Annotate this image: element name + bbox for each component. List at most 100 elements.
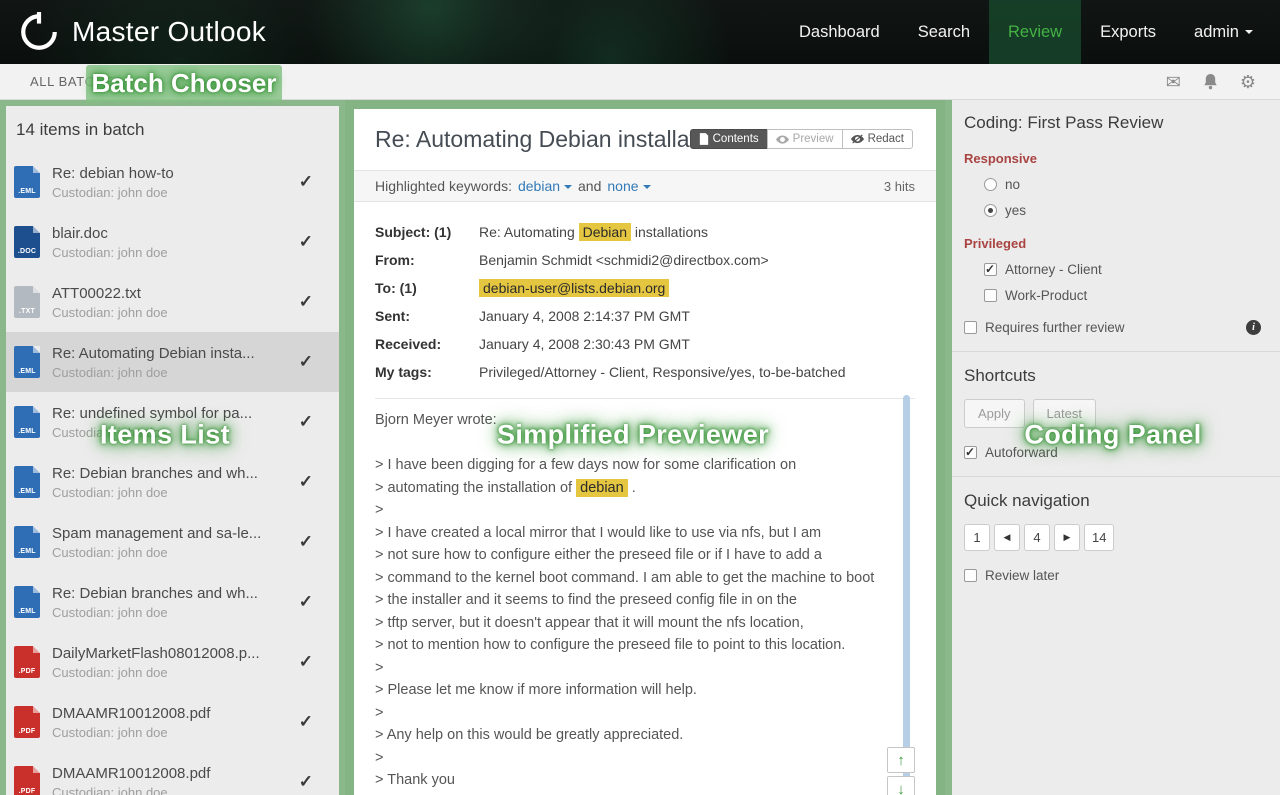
list-item[interactable]: .EMLRe: Debian branches and wh...Custodi… <box>6 452 339 512</box>
file-type-doc-icon: .DOC <box>14 226 40 258</box>
file-type-eml-icon: .EML <box>14 406 40 438</box>
radio-checked[interactable] <box>984 204 997 217</box>
item-custodian: Custodian: john doe <box>52 725 291 740</box>
item-title: blair.doc <box>52 225 291 242</box>
checkbox[interactable] <box>964 446 977 459</box>
nav-item-exports[interactable]: Exports <box>1081 0 1175 64</box>
option-label: yes <box>1005 203 1026 218</box>
file-ext-label: .EML <box>14 608 40 615</box>
check-icon: ✓ <box>299 652 313 672</box>
checkbox[interactable] <box>964 321 977 334</box>
requires-further-review-option[interactable]: Requires further review i <box>964 320 1263 335</box>
coding-option-yes[interactable]: yes <box>984 203 1263 218</box>
gear-icon[interactable]: ⚙ <box>1240 73 1256 91</box>
coding-groups: ResponsivenoyesPrivilegedAttorney - Clie… <box>964 151 1263 303</box>
next-page-button[interactable]: ▶ <box>1054 524 1080 551</box>
item-text: Re: Automating Debian insta...Custodian:… <box>52 345 291 380</box>
item-title: DMAAMR10012008.pdf <box>52 765 291 782</box>
list-item[interactable]: .EMLRe: Automating Debian insta...Custod… <box>6 332 339 392</box>
main-content: 14 items in batch .EMLRe: debian how-toC… <box>0 100 1280 795</box>
scroll-up-button[interactable]: ↑ <box>887 747 915 773</box>
body-line: > <box>375 657 915 680</box>
item-custodian: Custodian: john doe <box>52 425 291 440</box>
file-type-eml-icon: .EML <box>14 586 40 618</box>
list-item[interactable]: .PDFDMAAMR10012008.pdfCustodian: john do… <box>6 692 339 752</box>
item-title: Spam management and sa-le... <box>52 525 291 542</box>
batch-selector[interactable]: ALL BATCHES <box>30 74 123 89</box>
preview-button[interactable]: Preview <box>767 129 843 149</box>
review-later-option[interactable]: Review later <box>964 568 1263 583</box>
apply-button[interactable]: Apply <box>964 399 1025 428</box>
redact-button[interactable]: Redact <box>842 129 913 149</box>
list-item[interactable]: .PDF DMAAMR10012008.pdf Custodian: john do… <box>6 752 339 795</box>
file-ext-label: .EML <box>14 548 40 555</box>
file-text-icon <box>699 133 709 145</box>
list-item[interactable]: .EMLRe: undefined symbol for pa...Custod… <box>6 392 339 452</box>
body-line: > <box>375 747 915 770</box>
items-list: .EMLRe: debian how-toCustodian: john doe… <box>6 152 339 795</box>
checkbox[interactable] <box>964 569 977 582</box>
bell-icon[interactable] <box>1203 73 1218 90</box>
item-text: ATT00022.txtCustodian: john doe <box>52 285 291 320</box>
item-text: Re: Debian branches and wh...Custodian: … <box>52 585 291 620</box>
body-line: > Thank you <box>375 769 915 792</box>
file-type-txt-icon: .TXT <box>14 286 40 318</box>
nav-item-admin[interactable]: admin <box>1175 0 1272 64</box>
quick-nav-pager: 1◀4▶14 <box>964 524 1263 551</box>
body-line: > Any help on this would be greatly appr… <box>375 724 915 747</box>
highlighted-text: debian <box>576 479 628 497</box>
autoforward-option[interactable]: Autoforward <box>964 445 1263 460</box>
coding-group-heading-responsive: Responsive <box>964 151 1263 166</box>
page-number-button[interactable]: 14 <box>1084 524 1114 551</box>
list-item[interactable]: .EMLSpam management and sa-le...Custodia… <box>6 512 339 572</box>
view-toggle-group: ContentsPreview Redact <box>690 129 913 149</box>
item-text: DMAAMR10012008.pdf Custodian: john doe <box>52 765 291 795</box>
item-text: DailyMarketFlash08012008.p...Custodian: … <box>52 645 291 680</box>
page-number-button[interactable]: 4 <box>1024 524 1050 551</box>
preview-scrollbar[interactable] <box>903 395 910 795</box>
list-item[interactable]: .TXTATT00022.txtCustodian: john doe✓ <box>6 272 339 332</box>
coding-option-attorney-client[interactable]: Attorney - Client <box>984 262 1263 277</box>
body-line: > I have created a local mirror that I w… <box>375 522 915 545</box>
latest-button[interactable]: Latest <box>1033 399 1096 428</box>
option-label: Autoforward <box>985 445 1058 460</box>
coding-option-no[interactable]: no <box>984 177 1263 192</box>
list-item[interactable]: .EMLRe: debian how-toCustodian: john doe… <box>6 152 339 212</box>
item-custodian: Custodian: john doe <box>52 785 291 795</box>
list-item[interactable]: .PDFDailyMarketFlash08012008.p...Custodi… <box>6 632 339 692</box>
scroll-down-button[interactable]: ↓ <box>887 776 915 795</box>
nav-item-dashboard[interactable]: Dashboard <box>780 0 899 64</box>
option-label: Review later <box>985 568 1059 583</box>
coding-option-work-product[interactable]: Work-Product <box>984 288 1263 303</box>
navbar-menu: DashboardSearchReviewExportsadmin <box>780 0 1272 64</box>
nav-item-review[interactable]: Review <box>989 0 1081 64</box>
meta-label: Sent: <box>375 302 479 330</box>
check-icon: ✓ <box>299 772 313 792</box>
meta-label: From: <box>375 246 479 274</box>
item-custodian: Custodian: john doe <box>52 185 291 200</box>
list-item[interactable]: .DOCblair.docCustodian: john doe✓ <box>6 212 339 272</box>
info-icon[interactable]: i <box>1246 320 1261 335</box>
envelope-icon[interactable]: ✉ <box>1166 73 1181 91</box>
checkbox-checked[interactable] <box>984 263 997 276</box>
keyword-primary-dropdown[interactable]: debian <box>518 178 572 194</box>
eye-slash-icon <box>851 134 864 144</box>
list-item[interactable]: .EML Re: Debian branches and wh...Custodi… <box>6 572 339 632</box>
page-number-button[interactable]: 1 <box>964 524 990 551</box>
body-line: > not to mention how to configure the pr… <box>375 634 915 657</box>
checkbox-unchecked[interactable] <box>984 289 997 302</box>
button-label: Redact <box>868 133 904 145</box>
nav-item-search[interactable]: Search <box>899 0 989 64</box>
items-panel: 14 items in batch .EMLRe: debian how-toC… <box>0 100 345 795</box>
body-line: > I have been digging for a few days now… <box>375 454 915 477</box>
file-ext-label: .PDF <box>14 728 40 735</box>
item-custodian: Custodian: john doe <box>52 365 291 380</box>
meta-row: Subject: (1)Re: Automating Debian instal… <box>375 218 915 246</box>
radio-unchecked[interactable] <box>984 178 997 191</box>
file-type-pdf-icon: .PDF <box>14 706 40 738</box>
file-ext-label: .PDF <box>14 788 40 795</box>
keyword-secondary-dropdown[interactable]: none <box>607 178 650 194</box>
prev-page-button[interactable]: ◀ <box>994 524 1020 551</box>
brand[interactable]: Master Outlook <box>18 11 266 53</box>
contents-button[interactable]: Contents <box>690 129 768 149</box>
